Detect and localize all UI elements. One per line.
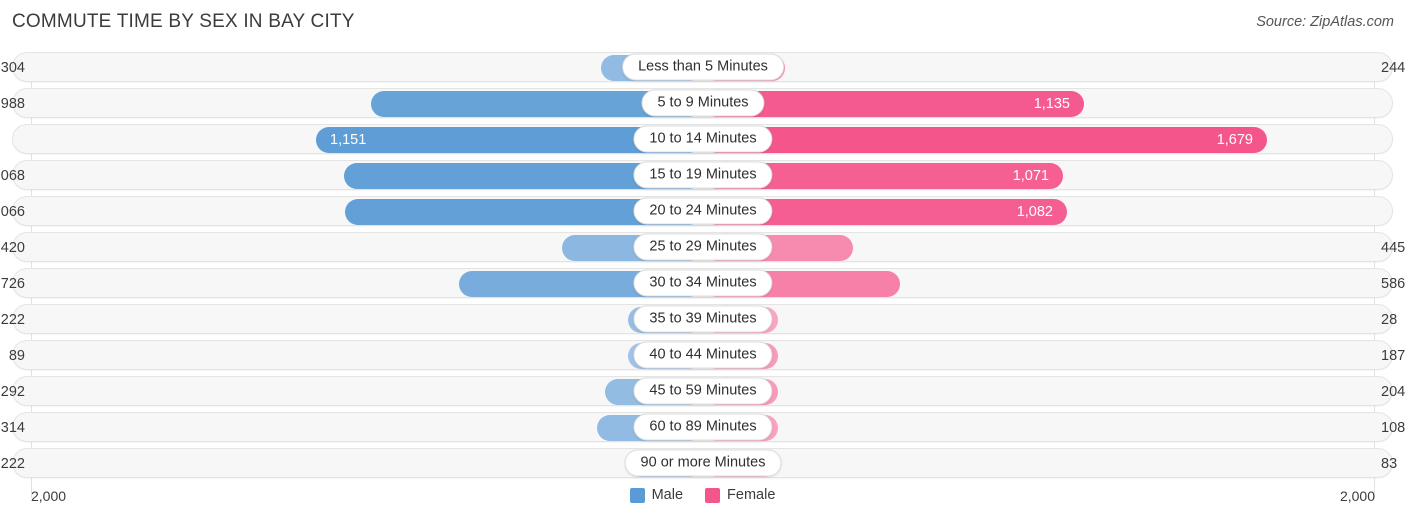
row-track: 222 28 35 to 39 Minutes bbox=[1, 305, 1397, 333]
female-value-label: 204 bbox=[1381, 384, 1406, 400]
category-label-pill: 30 to 34 Minutes bbox=[633, 269, 773, 297]
legend-label-female: Female bbox=[727, 487, 776, 503]
legend-swatch-female-icon bbox=[705, 487, 721, 503]
chart-container: COMMUTE TIME BY SEX IN BAY CITY Source: … bbox=[0, 0, 1406, 523]
row-track: 292 204 45 to 59 Minutes bbox=[1, 377, 1405, 405]
category-label-pill: 10 to 14 Minutes bbox=[633, 125, 773, 153]
female-value-label: 28 bbox=[1381, 312, 1398, 328]
category-label-pill: 5 to 9 Minutes bbox=[641, 89, 765, 117]
row-track: 988 1,135 5 to 9 Minutes bbox=[1, 89, 1374, 117]
plot-area: 304 244 Less than 5 Minutes 988 1,135 5 to 9 … bbox=[0, 52, 1405, 498]
category-label-pill: 40 to 44 Minutes bbox=[633, 341, 773, 369]
table-row[interactable]: 292 204 45 to 59 Minutes bbox=[1, 376, 1405, 406]
row-track: 304 244 Less than 5 Minutes bbox=[1, 53, 1405, 81]
table-row[interactable]: 222 28 35 to 39 Minutes bbox=[1, 304, 1397, 334]
male-bar-group: 222 bbox=[1, 307, 703, 333]
row-track: 314 108 60 to 89 Minutes bbox=[1, 413, 1405, 441]
male-bar-group: 1,066 bbox=[0, 199, 703, 225]
female-value-label: 1,071 bbox=[1012, 168, 1049, 184]
chart-legend: Male Female bbox=[12, 487, 1393, 503]
legend-swatch-male-icon bbox=[629, 487, 645, 503]
table-row[interactable]: 988 1,135 5 to 9 Minutes bbox=[1, 88, 1393, 118]
female-bar-group: 244 bbox=[703, 55, 1405, 81]
female-value-label: 108 bbox=[1381, 420, 1406, 436]
male-bar-group: 1,151 bbox=[32, 127, 703, 153]
row-track: 1,066 1,082 20 to 24 Minutes bbox=[0, 197, 1374, 225]
female-value-label: 586 bbox=[1381, 276, 1406, 292]
row-track: 89 187 40 to 44 Minutes bbox=[9, 341, 1405, 369]
male-value-label: 304 bbox=[0, 60, 25, 76]
category-label-pill: 15 to 19 Minutes bbox=[633, 161, 773, 189]
female-bar-group: 1,071 bbox=[703, 163, 1374, 189]
male-value-label: 314 bbox=[0, 420, 25, 436]
female-value-label: 83 bbox=[1381, 456, 1398, 472]
male-value-label: 89 bbox=[8, 348, 25, 364]
category-label-pill: 60 to 89 Minutes bbox=[633, 413, 773, 441]
table-row[interactable]: 420 445 25 to 29 Minutes bbox=[1, 232, 1405, 262]
table-row[interactable]: 1,066 1,082 20 to 24 Minutes bbox=[0, 196, 1393, 226]
male-value-label: 420 bbox=[0, 240, 25, 256]
category-label-pill: 90 or more Minutes bbox=[624, 449, 782, 477]
female-bar-group: 1,679 bbox=[703, 127, 1374, 153]
legend-item-female[interactable]: Female bbox=[705, 487, 775, 503]
row-track: 222 83 90 or more Minutes bbox=[1, 449, 1397, 477]
male-bar-group: 314 bbox=[1, 415, 703, 441]
category-label-pill: 35 to 39 Minutes bbox=[633, 305, 773, 333]
legend-label-male: Male bbox=[651, 487, 684, 503]
table-row[interactable]: 726 586 30 to 34 Minutes bbox=[1, 268, 1405, 298]
male-bar-group: 726 bbox=[1, 271, 703, 297]
male-bar-group: 292 bbox=[1, 379, 703, 405]
male-bar-group: 1,068 bbox=[0, 163, 703, 189]
male-bar-group: 988 bbox=[1, 91, 703, 117]
female-bar-group: 1,082 bbox=[703, 199, 1374, 225]
chart-footer: 2,000 2,000 Male Female bbox=[12, 486, 1393, 516]
male-value-label: 988 bbox=[0, 96, 25, 112]
row-track: 1,151 1,679 10 to 14 Minutes bbox=[32, 125, 1374, 153]
female-value-label: 1,679 bbox=[1216, 132, 1253, 148]
table-row[interactable]: 222 83 90 or more Minutes bbox=[1, 448, 1397, 478]
table-row[interactable]: 1,068 1,071 15 to 19 Minutes bbox=[0, 160, 1393, 190]
female-bar-group: 445 bbox=[703, 235, 1405, 261]
female-bar-group: 28 bbox=[703, 307, 1397, 333]
female-bar-group: 83 bbox=[703, 451, 1397, 477]
male-bar-group: 420 bbox=[1, 235, 703, 261]
male-value-label: 1,066 bbox=[0, 204, 25, 220]
source-attribution: Source: ZipAtlas.com bbox=[1256, 14, 1394, 30]
male-value-label: 222 bbox=[0, 312, 25, 328]
row-track: 1,068 1,071 15 to 19 Minutes bbox=[0, 161, 1374, 189]
female-value-label: 445 bbox=[1381, 240, 1406, 256]
female-bar-group: 586 bbox=[703, 271, 1405, 297]
female-bar-group: 108 bbox=[703, 415, 1405, 441]
table-row[interactable]: 314 108 60 to 89 Minutes bbox=[1, 412, 1405, 442]
table-row[interactable]: 1,151 1,679 10 to 14 Minutes bbox=[12, 124, 1393, 154]
female-bar[interactable]: 1,679 bbox=[703, 127, 1267, 153]
category-label-pill: Less than 5 Minutes bbox=[622, 53, 784, 81]
female-value-label: 244 bbox=[1381, 60, 1406, 76]
female-value-label: 1,135 bbox=[1033, 96, 1070, 112]
table-row[interactable]: 89 187 40 to 44 Minutes bbox=[9, 340, 1405, 370]
female-value-label: 1,082 bbox=[1016, 204, 1053, 220]
bar-rows: 304 244 Less than 5 Minutes 988 1,135 5 to 9 … bbox=[0, 52, 1405, 484]
female-bar-group: 204 bbox=[703, 379, 1405, 405]
category-label-pill: 25 to 29 Minutes bbox=[633, 233, 773, 261]
chart-header: COMMUTE TIME BY SEX IN BAY CITY Source: … bbox=[0, 0, 1406, 46]
male-bar-group: 222 bbox=[1, 451, 703, 477]
female-bar-group: 187 bbox=[703, 343, 1405, 369]
male-value-label: 222 bbox=[0, 456, 25, 472]
category-label-pill: 20 to 24 Minutes bbox=[633, 197, 773, 225]
male-bar-group: 304 bbox=[1, 55, 703, 81]
category-label-pill: 45 to 59 Minutes bbox=[633, 377, 773, 405]
male-value-label: 726 bbox=[0, 276, 25, 292]
row-track: 420 445 25 to 29 Minutes bbox=[1, 233, 1405, 261]
legend-item-male[interactable]: Male bbox=[629, 487, 684, 503]
female-bar-group: 1,135 bbox=[703, 91, 1374, 117]
page-title: COMMUTE TIME BY SEX IN BAY CITY bbox=[12, 11, 355, 32]
male-bar-group: 89 bbox=[9, 343, 703, 369]
female-value-label: 187 bbox=[1381, 348, 1406, 364]
male-value-label: 1,068 bbox=[0, 168, 25, 184]
male-value-label: 1,151 bbox=[330, 132, 367, 148]
table-row[interactable]: 304 244 Less than 5 Minutes bbox=[1, 52, 1405, 82]
row-track: 726 586 30 to 34 Minutes bbox=[1, 269, 1405, 297]
male-value-label: 292 bbox=[0, 384, 25, 400]
